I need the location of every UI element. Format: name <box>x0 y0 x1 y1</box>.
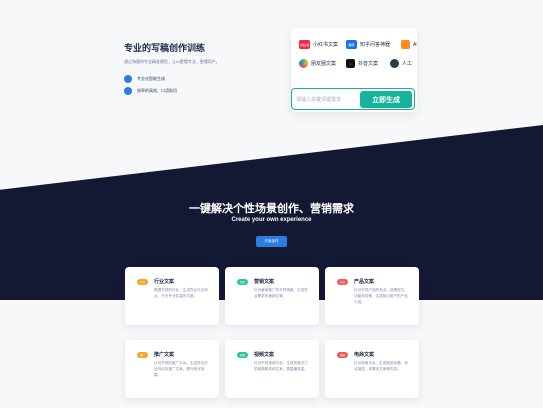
card-description: 针对不同产品的卖点、品牌定位、功能特性等，生成吸引用户的产品介绍。 <box>354 288 408 304</box>
hero-section <box>0 0 543 150</box>
card-title: 行业文案 <box>154 279 175 285</box>
card-description: 针对电商平台，生成商品标题、卖点描述、详情页文案等内容。 <box>354 361 408 371</box>
generate-button[interactable]: 立即生成 <box>360 91 412 108</box>
band-title: 一键解决个性场景创作、营销需求 <box>189 203 354 215</box>
band-subtitle: Create your own experience <box>231 217 312 223</box>
card-description: 针对不同的推广平台，生成符合平台特点的推广文案，提升转化效果。 <box>154 361 208 377</box>
tool-label: 抖音文案 <box>358 61 379 67</box>
zhihu-icon: 知乎 <box>346 40 357 49</box>
douyin-icon: ♪ <box>346 59 355 68</box>
card-title: 产品文案 <box>354 279 375 285</box>
scenario-card-ecommerce[interactable]: 电商 电商文案 针对电商平台，生成商品标题、卖点描述、详情页文案等内容。 <box>325 340 419 398</box>
card-description: 针对不同视频平台，生成有吸引力的视频脚本和文案，提高播放量。 <box>254 361 308 371</box>
card-badge: 行业 <box>137 279 148 285</box>
feature-bullet: 专业化智能生成 <box>124 75 165 83</box>
tool-panel: 小红书 小红书文案 知乎 知乎问答神器 AI 朋友圈文案 ♪ 抖音文案 人工 立… <box>291 28 417 112</box>
card-badge: 视频 <box>237 352 248 358</box>
card-title: 推广文案 <box>154 352 175 358</box>
scenario-card-marketing[interactable]: 营销 营销文案 针对营销推广的不同场景，生成符合需求的营销文案。 <box>225 267 319 325</box>
card-description: 针对营销推广的不同场景，生成符合需求的营销文案。 <box>254 288 308 298</box>
xiaohongshu-icon: 小红书 <box>299 40 310 49</box>
feature-bullet: 效率的高效、口语贴切 <box>124 87 177 95</box>
tool-label: 人工 <box>402 61 413 67</box>
keyword-search-box: 立即生成 <box>291 88 415 110</box>
tool-manual[interactable]: 人工 <box>390 59 412 68</box>
tool-label: AI <box>413 41 417 48</box>
scenario-card-promotion[interactable]: 推广 推广文案 针对不同的推广平台，生成符合平台特点的推广文案，提升转化效果。 <box>125 340 219 398</box>
tool-zhihu[interactable]: 知乎 知乎问答神器 <box>346 40 390 49</box>
tool-moments[interactable]: 朋友圈文案 <box>299 59 336 68</box>
card-description: 根据不同的行业，生成符合行业特点、行业专业性高的文案。 <box>154 288 208 298</box>
keyword-input[interactable] <box>296 94 360 106</box>
tool-xiaohongshu[interactable]: 小红书 小红书文案 <box>299 40 338 49</box>
tool-douyin[interactable]: ♪ 抖音文案 <box>346 59 378 68</box>
tool-label: 朋友圈文案 <box>311 61 337 67</box>
card-badge: 营销 <box>237 279 248 285</box>
bullet-text: 效率的高效、口语贴切 <box>137 88 177 93</box>
scenario-card-product[interactable]: 产品 产品文案 针对不同产品的卖点、品牌定位、功能特性等，生成吸引用户的产品介绍… <box>325 267 419 325</box>
bullet-dot-icon <box>124 87 132 95</box>
intro-description: 通过海量的专业精准模型，让AI更懂专业、更懂用户。 <box>124 59 220 64</box>
intro-title: 专业的写稿创作训练 <box>124 43 206 53</box>
tool-label: 小红书文案 <box>313 42 339 48</box>
tool-label: 知乎问答神器 <box>360 42 391 48</box>
card-title: 营销文案 <box>254 279 275 285</box>
bullet-text: 专业化智能生成 <box>137 76 165 81</box>
card-title: 电商文案 <box>354 352 375 358</box>
scenario-card-industry[interactable]: 行业 行业文案 根据不同的行业，生成符合行业特点、行业专业性高的文案。 <box>125 267 219 325</box>
moments-icon <box>299 59 308 68</box>
tool-ai[interactable]: AI <box>401 40 417 49</box>
card-badge: 电商 <box>337 352 348 358</box>
robot-icon <box>390 59 399 68</box>
scenario-card-video[interactable]: 视频 视频文案 针对不同视频平台，生成有吸引力的视频脚本和文案，提高播放量。 <box>225 340 319 398</box>
ai-icon <box>401 40 410 49</box>
start-create-button[interactable]: 开始创作 <box>256 236 287 247</box>
bullet-dot-icon <box>124 75 132 83</box>
card-title: 视频文案 <box>254 352 275 358</box>
card-badge: 产品 <box>337 279 348 285</box>
card-badge: 推广 <box>137 352 148 358</box>
